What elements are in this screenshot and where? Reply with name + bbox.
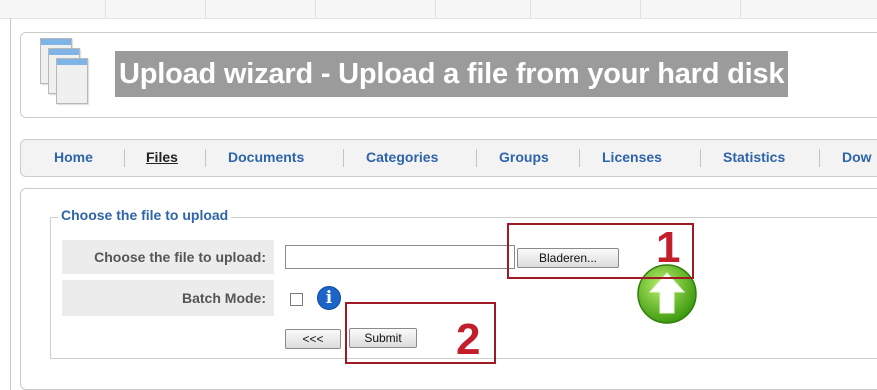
- callout-number-1: 1: [656, 223, 681, 272]
- document-stack-icon: [40, 38, 88, 110]
- nav-separator: [205, 149, 206, 167]
- file-input[interactable]: [285, 245, 515, 269]
- batch-mode-checkbox[interactable]: [290, 293, 303, 306]
- nav-item-groups[interactable]: Groups: [499, 139, 549, 175]
- callout-number-2: 2: [456, 315, 481, 364]
- nav-item-documents[interactable]: Documents: [228, 139, 304, 175]
- top-strip: [0, 0, 877, 19]
- nav-separator: [343, 149, 344, 167]
- nav-item-licenses[interactable]: Licenses: [602, 139, 662, 175]
- doc-sheet: [56, 58, 88, 104]
- top-strip-segment: [315, 0, 436, 18]
- top-strip-segment: [530, 0, 641, 18]
- info-icon[interactable]: i: [317, 286, 341, 310]
- nav-separator: [579, 149, 580, 167]
- nav-separator: [819, 149, 820, 167]
- nav-separator: [476, 149, 477, 167]
- nav-item-home[interactable]: Home: [54, 139, 93, 175]
- nav-separator: [700, 149, 701, 167]
- top-strip-segment: [205, 0, 316, 18]
- nav-item-categories[interactable]: Categories: [366, 139, 438, 175]
- nav-item-statistics[interactable]: Statistics: [723, 139, 785, 175]
- file-label: Choose the file to upload:: [62, 240, 274, 274]
- top-strip-segment: [640, 0, 741, 18]
- top-strip-segment: [435, 0, 531, 18]
- fieldset-legend: Choose the file to upload: [58, 207, 232, 223]
- nav-separator: [124, 149, 125, 167]
- batch-mode-label: Batch Mode:: [62, 280, 274, 316]
- back-button[interactable]: <<<: [285, 329, 341, 349]
- top-strip-segment: [0, 0, 106, 18]
- top-strip-segment: [105, 0, 206, 18]
- nav-item-downloads[interactable]: Dow: [842, 139, 872, 175]
- nav-item-files[interactable]: Files: [146, 139, 178, 175]
- page-title: Upload wizard - Upload a file from your …: [115, 51, 789, 97]
